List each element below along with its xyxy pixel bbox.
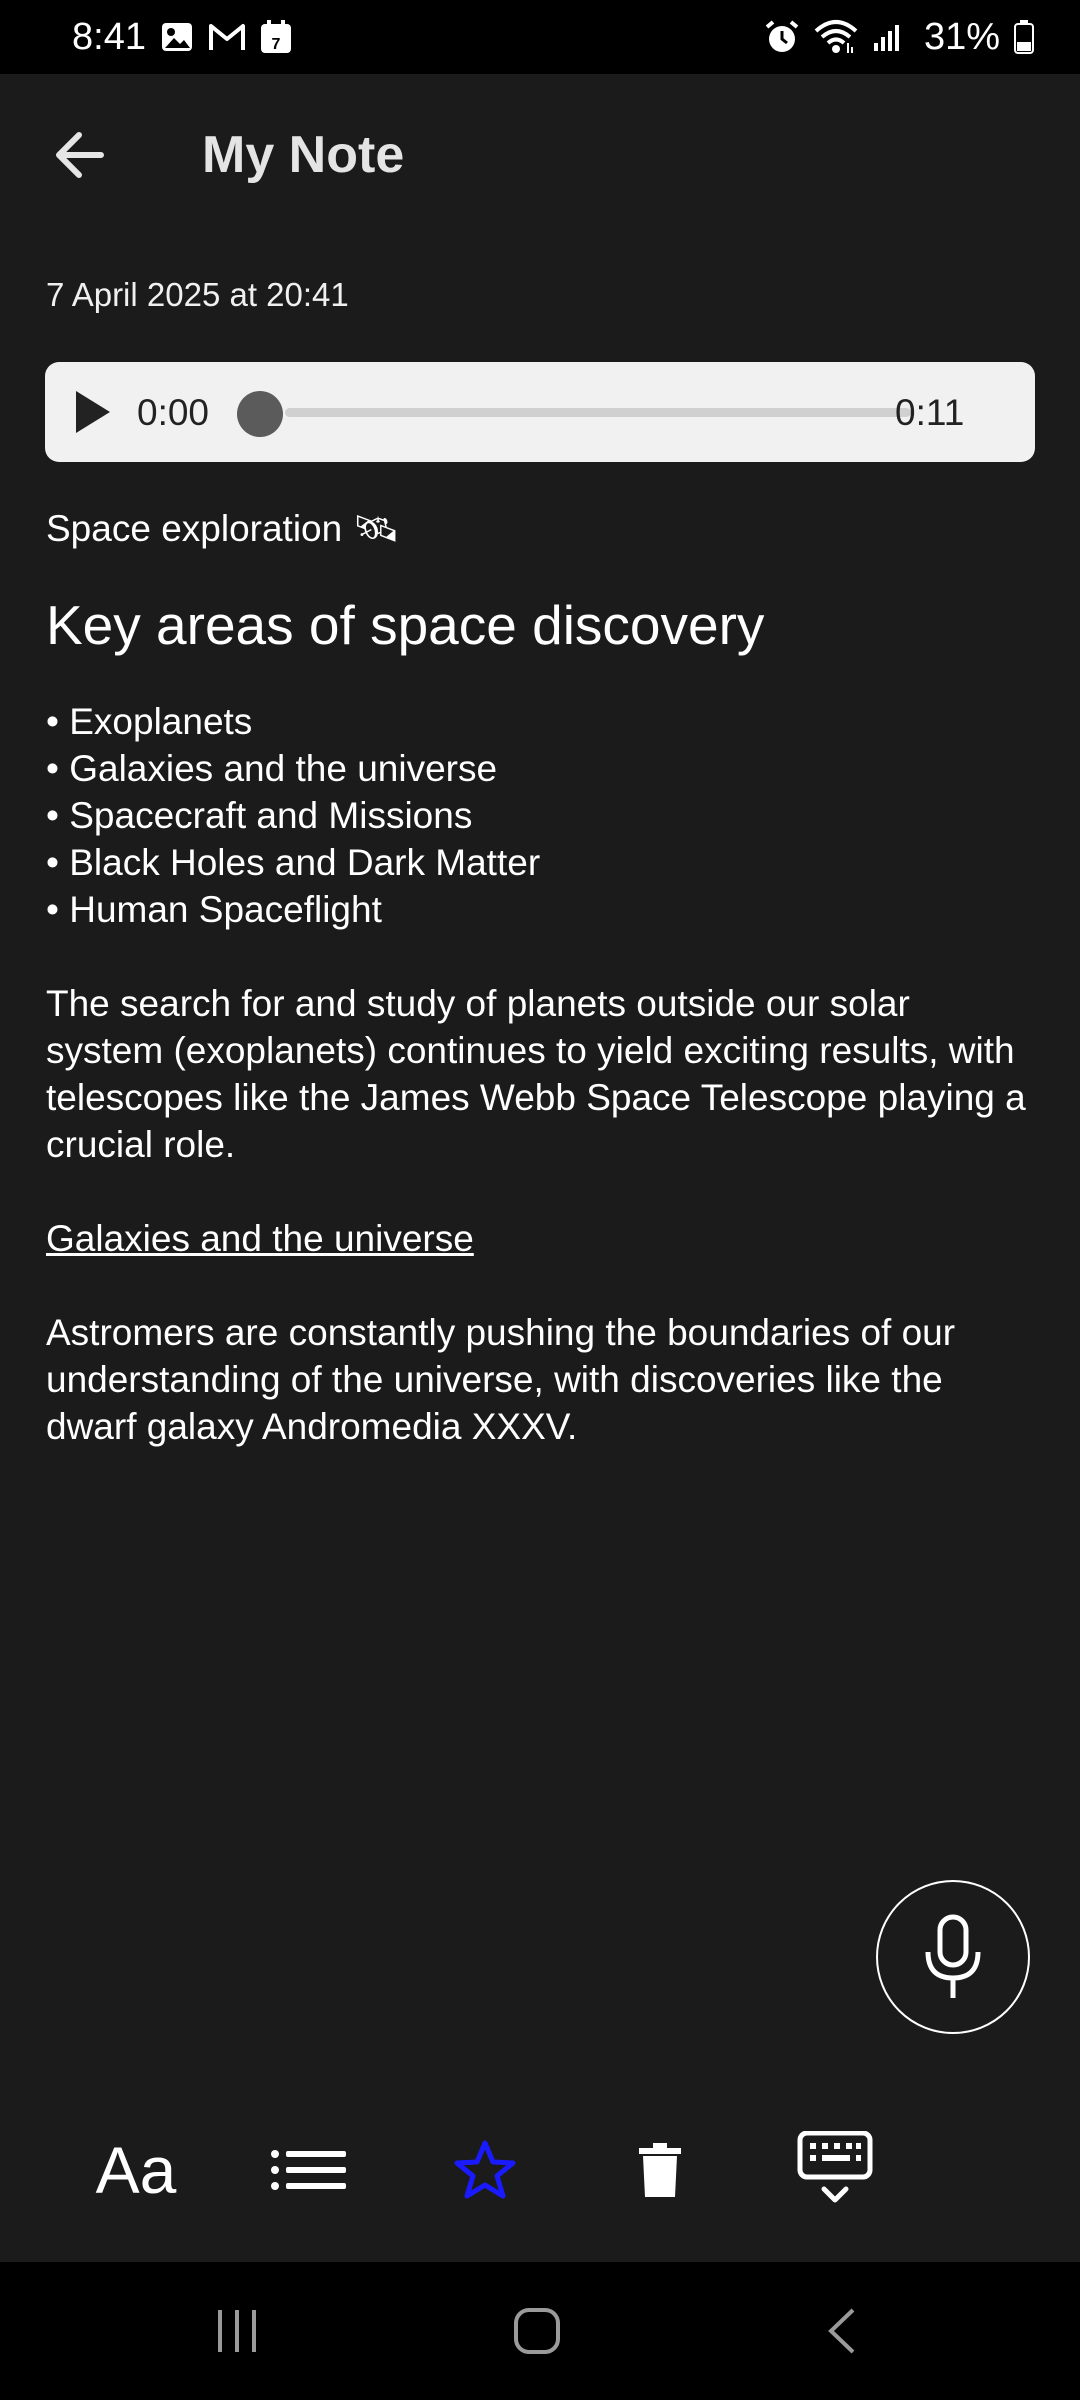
note-paragraph: The search for and study of planets outs…	[46, 983, 1026, 1165]
record-voice-button[interactable]	[876, 1880, 1030, 2034]
list-item: • Spacecraft and Missions	[46, 795, 473, 836]
text-format-button[interactable]: Aa	[88, 2120, 184, 2220]
note-paragraph: Astromers are constantly pushing the bou…	[46, 1312, 956, 1447]
note-date: 7 April 2025 at 20:41	[46, 276, 349, 313]
page-title: My Note	[202, 126, 405, 184]
calendar-icon: 7	[260, 20, 292, 54]
recent-apps-button[interactable]	[200, 2262, 274, 2400]
arrow-left-icon	[56, 132, 104, 178]
audio-seek-thumb[interactable]	[237, 391, 283, 437]
trash-icon	[639, 2143, 681, 2197]
wifi-icon	[814, 19, 858, 55]
status-time: 8:41	[72, 15, 146, 58]
status-left: 8:41 7	[72, 16, 292, 59]
audio-seek-track[interactable]	[285, 408, 911, 417]
star-icon	[454, 2140, 516, 2199]
battery-icon	[1014, 20, 1034, 54]
audio-total-time: 0:11	[895, 392, 965, 433]
list-item: • Exoplanets	[46, 701, 253, 742]
list-button[interactable]	[266, 2120, 352, 2220]
home-button[interactable]	[506, 2262, 568, 2400]
back-button[interactable]	[44, 122, 114, 188]
status-right: 31%	[764, 16, 1034, 59]
system-back-button[interactable]	[816, 2262, 866, 2400]
home-icon	[514, 2308, 560, 2354]
image-icon	[160, 20, 194, 54]
list-item: • Black Holes and Dark Matter	[46, 842, 541, 883]
list-icon	[271, 2150, 346, 2190]
gmail-icon	[208, 22, 246, 52]
play-button[interactable]	[67, 386, 119, 438]
alarm-icon	[764, 19, 800, 55]
note-subtitle: Space exploration 🛰	[46, 508, 400, 549]
bullet-list: • Exoplanets • Galaxies and the universe…	[46, 698, 1036, 933]
audio-current-time: 0:00	[137, 392, 210, 433]
list-item: • Galaxies and the universe	[46, 748, 498, 789]
hide-keyboard-button[interactable]	[792, 2120, 878, 2220]
back-chevron-icon	[828, 2308, 855, 2354]
favorite-button[interactable]	[450, 2120, 520, 2220]
app-bar: My Note	[0, 74, 1080, 234]
note-body[interactable]: Space exploration 🛰 Key areas of space d…	[46, 505, 1036, 1497]
status-bar: 8:41 7 31%	[0, 0, 1080, 74]
formatting-toolbar: Aa	[0, 2120, 1080, 2220]
recents-icon	[218, 2310, 256, 2352]
audio-player: 0:00 0:11	[45, 362, 1035, 462]
svg-text:7: 7	[272, 36, 281, 53]
delete-button[interactable]	[632, 2120, 688, 2220]
text-format-icon: Aa	[95, 2133, 177, 2207]
note-link[interactable]: Galaxies and the universe	[46, 1215, 1036, 1262]
play-icon	[76, 391, 110, 433]
note-heading: Key areas of space discovery	[46, 594, 765, 656]
keyboard-hide-icon	[797, 2131, 873, 2203]
microphone-icon	[925, 1914, 981, 1998]
battery-percent: 31%	[923, 15, 1000, 58]
list-item: • Human Spaceflight	[46, 889, 382, 930]
signal-icon	[872, 21, 904, 53]
system-navigation-bar	[0, 2262, 1080, 2400]
